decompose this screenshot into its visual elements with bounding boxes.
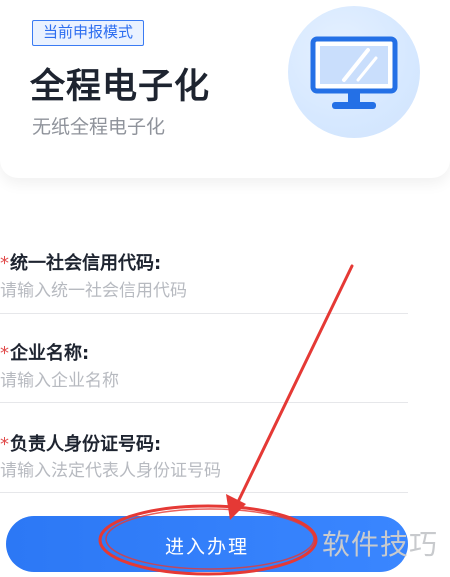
divider (0, 402, 408, 403)
credit-code-label-text: 统一社会信用代码: (10, 253, 162, 274)
submit-button-label: 进入办理 (164, 535, 249, 558)
credit-code-input[interactable] (0, 276, 408, 306)
page-title: 全程电子化 (30, 67, 211, 107)
id-number-input[interactable] (0, 456, 408, 486)
header-card: 当前申报模式 全程电子化 无纸全程电子化 (0, 0, 450, 178)
divider (0, 313, 408, 314)
company-name-label: *企业名称: (0, 339, 89, 365)
company-name-label-text: 企业名称: (10, 343, 90, 364)
required-mark: * (0, 434, 9, 455)
id-number-label-text: 负责人身份证号码: (10, 434, 162, 455)
company-name-input[interactable] (0, 366, 408, 396)
page-subtitle: 无纸全程电子化 (32, 116, 166, 138)
monitor-icon (310, 36, 398, 109)
id-number-label: *负责人身份证号码: (0, 430, 161, 456)
required-mark: * (0, 253, 9, 274)
credit-code-label: *统一社会信用代码: (0, 249, 161, 275)
required-mark: * (0, 343, 9, 364)
watermark-text: 软件技巧 (322, 528, 439, 561)
monitor-illustration (288, 6, 420, 138)
mode-badge: 当前申报模式 (32, 20, 145, 46)
divider (0, 492, 408, 493)
